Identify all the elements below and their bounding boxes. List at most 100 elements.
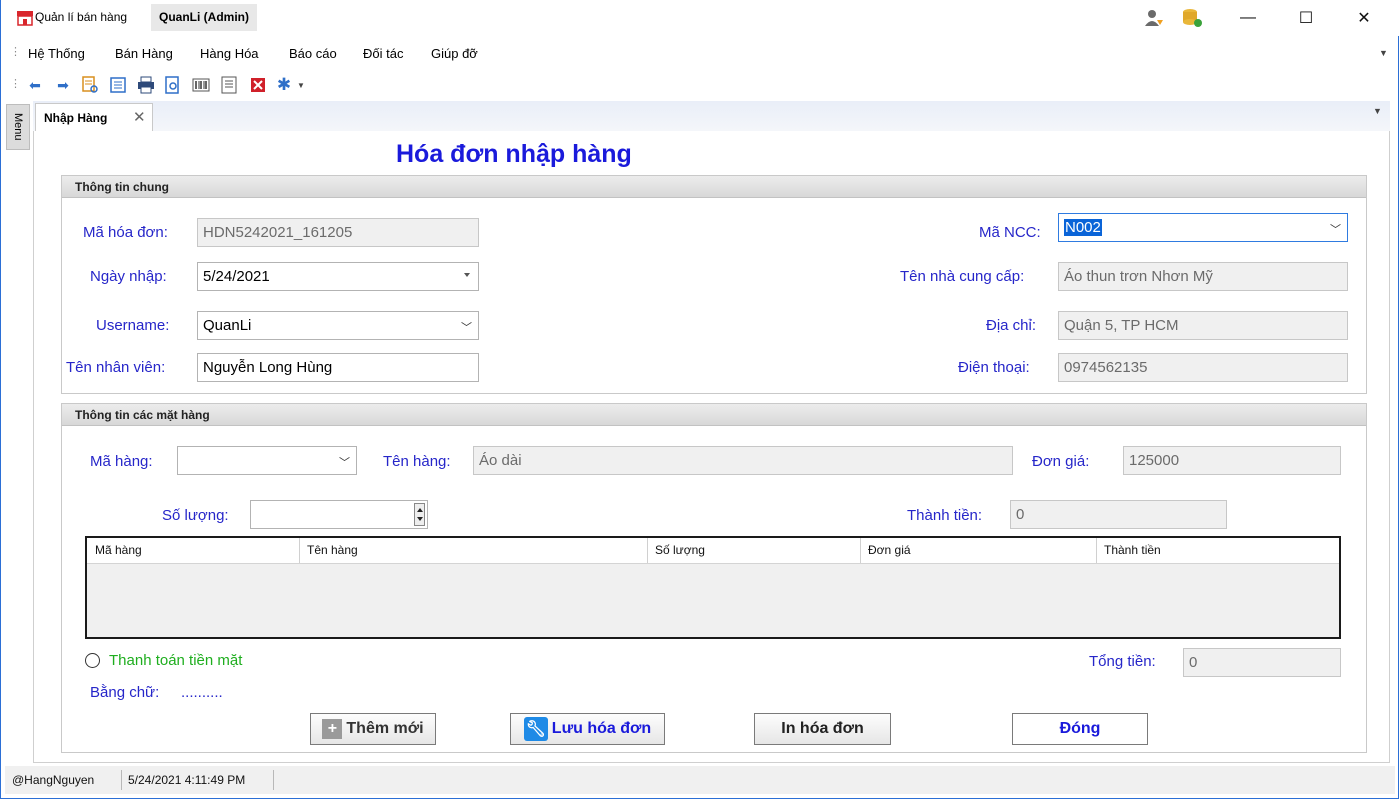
close-form-button[interactable]: Đóng (1012, 713, 1148, 745)
close-form-label: Đóng (1059, 720, 1101, 737)
print-invoice-button[interactable]: In hóa đơn (754, 713, 891, 745)
print-preview-icon[interactable] (163, 75, 183, 95)
menu-he-thong[interactable]: Hệ Thống (28, 46, 85, 61)
add-new-button[interactable]: + Thêm mới (310, 713, 436, 745)
date-value: 5/24/2021 (203, 268, 270, 285)
toolbar: ⋮ ⬅ ➡ ✱ ▼ (1, 72, 1399, 100)
database-icon[interactable] (1181, 8, 1203, 28)
username-value: QuanLi (203, 317, 252, 334)
wrench-icon: 🔧︎ (523, 717, 548, 741)
status-bar: @HangNguyen 5/24/2021 4:11:49 PM (5, 766, 1395, 794)
in-words-label: Bằng chữ: (90, 684, 160, 701)
page-title: Hóa đơn nhập hàng (396, 140, 632, 168)
save-invoice-button[interactable]: 🔧︎ Lưu hóa đơn (510, 713, 665, 745)
search-document-icon[interactable] (80, 75, 100, 95)
total-field[interactable]: 0 (1183, 648, 1341, 677)
maximize-button[interactable]: ☐ (1283, 0, 1329, 36)
add-new-label: Thêm mới (346, 720, 424, 737)
items-table[interactable]: Mã hàng Tên hàng Số lượng Đơn giá Thành … (85, 536, 1341, 639)
supplier-id-value: N002 (1064, 219, 1102, 236)
line-total-field[interactable]: 0 (1010, 500, 1227, 529)
column-header-item-name[interactable]: Tên hàng (307, 543, 358, 557)
column-header-unit-price[interactable]: Đơn giá (868, 543, 911, 557)
chevron-down-icon[interactable]: ﹀ (339, 454, 350, 470)
employee-name-field[interactable]: Nguyễn Long Hùng (197, 353, 479, 382)
item-code-label: Mã hàng: (90, 453, 153, 470)
column-divider[interactable] (860, 538, 861, 563)
status-datetime: 5/24/2021 4:11:49 PM (128, 773, 246, 787)
items-header: Thông tin các mặt hàng (62, 404, 1366, 426)
store-icon (17, 11, 33, 26)
quantity-label: Số lượng: (162, 507, 229, 524)
app-window: Quản lí bán hàng QuanLi (Admin) — ☐ ✕ ⋮ … (0, 0, 1399, 799)
minimize-button[interactable]: — (1225, 0, 1271, 36)
date-dropdown-icon[interactable] (464, 273, 470, 277)
invoice-id-field[interactable]: HDN5242021_161205 (197, 218, 479, 247)
plus-icon: + (322, 719, 343, 739)
address-label: Địa chỉ: (986, 317, 1037, 334)
phone-label: Điện thoại: (958, 359, 1030, 376)
date-picker[interactable]: 5/24/2021 (197, 262, 479, 291)
column-divider[interactable] (1096, 538, 1097, 563)
side-menu-label: Menu (12, 113, 24, 141)
undo-icon[interactable]: ⬅ (25, 75, 45, 95)
report-icon[interactable] (219, 75, 239, 95)
column-divider[interactable] (299, 538, 300, 563)
username-label: Username: (96, 317, 170, 334)
items-title: Thông tin các mặt hàng (75, 408, 210, 422)
general-info-header: Thông tin chung (62, 176, 1366, 198)
tab-nhap-hang[interactable]: Nhập Hàng ✕ (35, 103, 153, 131)
chevron-down-icon[interactable]: ﹀ (461, 319, 472, 335)
menu-ban-hang[interactable]: Bán Hàng (115, 46, 173, 61)
menu-doi-tac[interactable]: Đối tác (363, 46, 403, 61)
supplier-id-label: Mã NCC: (979, 224, 1041, 241)
menu-bao-cao[interactable]: Báo cáo (289, 46, 337, 61)
status-user: @HangNguyen (12, 773, 95, 787)
menu-overflow-icon[interactable]: ▼ (1379, 48, 1388, 58)
menu-hang-hoa[interactable]: Hàng Hóa (200, 46, 259, 61)
tab-list-dropdown-icon[interactable]: ▼ (1373, 106, 1382, 116)
side-menu-tab[interactable]: Menu (6, 104, 30, 150)
line-total-label: Thành tiền: (907, 507, 983, 524)
employee-label: Tên nhân viên: (66, 359, 166, 376)
cash-payment-label[interactable]: Thanh toán tiền mặt (109, 652, 242, 669)
tab-label: Nhập Hàng (44, 111, 108, 125)
in-words-value: .......... (181, 684, 223, 701)
close-window-button[interactable]: ✕ (1341, 0, 1387, 36)
column-header-item-code[interactable]: Mã hàng (95, 543, 142, 557)
list-icon[interactable] (108, 75, 128, 95)
phone-field[interactable]: 0974562135 (1058, 353, 1348, 382)
user-account-icon[interactable] (1143, 8, 1165, 28)
settings-icon[interactable]: ✱ (274, 75, 294, 95)
item-code-select[interactable]: ﹀ (177, 446, 357, 475)
column-header-quantity[interactable]: Số lượng (655, 543, 705, 557)
status-divider (121, 770, 122, 790)
print-icon[interactable] (136, 75, 156, 95)
app-title: Quản lí bán hàng (35, 10, 128, 24)
supplier-id-select[interactable]: N002 ﹀ (1058, 213, 1348, 242)
supplier-name-label: Tên nhà cung cấp: (900, 268, 1025, 285)
spinner-arrows-icon[interactable] (414, 503, 425, 526)
unit-price-label: Đơn giá: (1032, 453, 1090, 470)
quantity-stepper[interactable] (250, 500, 428, 529)
item-name-field[interactable]: Áo dài (473, 446, 1013, 475)
column-header-line-total[interactable]: Thành tiền (1104, 543, 1161, 557)
delete-icon[interactable] (248, 75, 268, 95)
barcode-icon[interactable] (191, 75, 211, 95)
close-tab-icon[interactable]: ✕ (133, 108, 146, 126)
supplier-name-field[interactable]: Áo thun trơn Nhơn Mỹ (1058, 262, 1348, 291)
column-divider[interactable] (647, 538, 648, 563)
unit-price-field[interactable]: 125000 (1123, 446, 1341, 475)
username-select[interactable]: QuanLi ﹀ (197, 311, 479, 340)
table-header: Mã hàng Tên hàng Số lượng Đơn giá Thành … (87, 538, 1339, 564)
save-invoice-label: Lưu hóa đơn (551, 720, 652, 737)
chevron-down-icon[interactable]: ﹀ (1330, 221, 1341, 237)
redo-icon[interactable]: ➡ (53, 75, 73, 95)
cash-payment-radio[interactable] (85, 653, 100, 668)
general-info-title: Thông tin chung (75, 180, 169, 194)
address-field[interactable]: Quận 5, TP HCM (1058, 311, 1348, 340)
menu-giup-do[interactable]: Giúp đỡ (431, 46, 478, 61)
date-label: Ngày nhập: (90, 268, 167, 285)
settings-dropdown-icon[interactable]: ▼ (297, 81, 305, 90)
item-name-label: Tên hàng: (383, 453, 451, 470)
